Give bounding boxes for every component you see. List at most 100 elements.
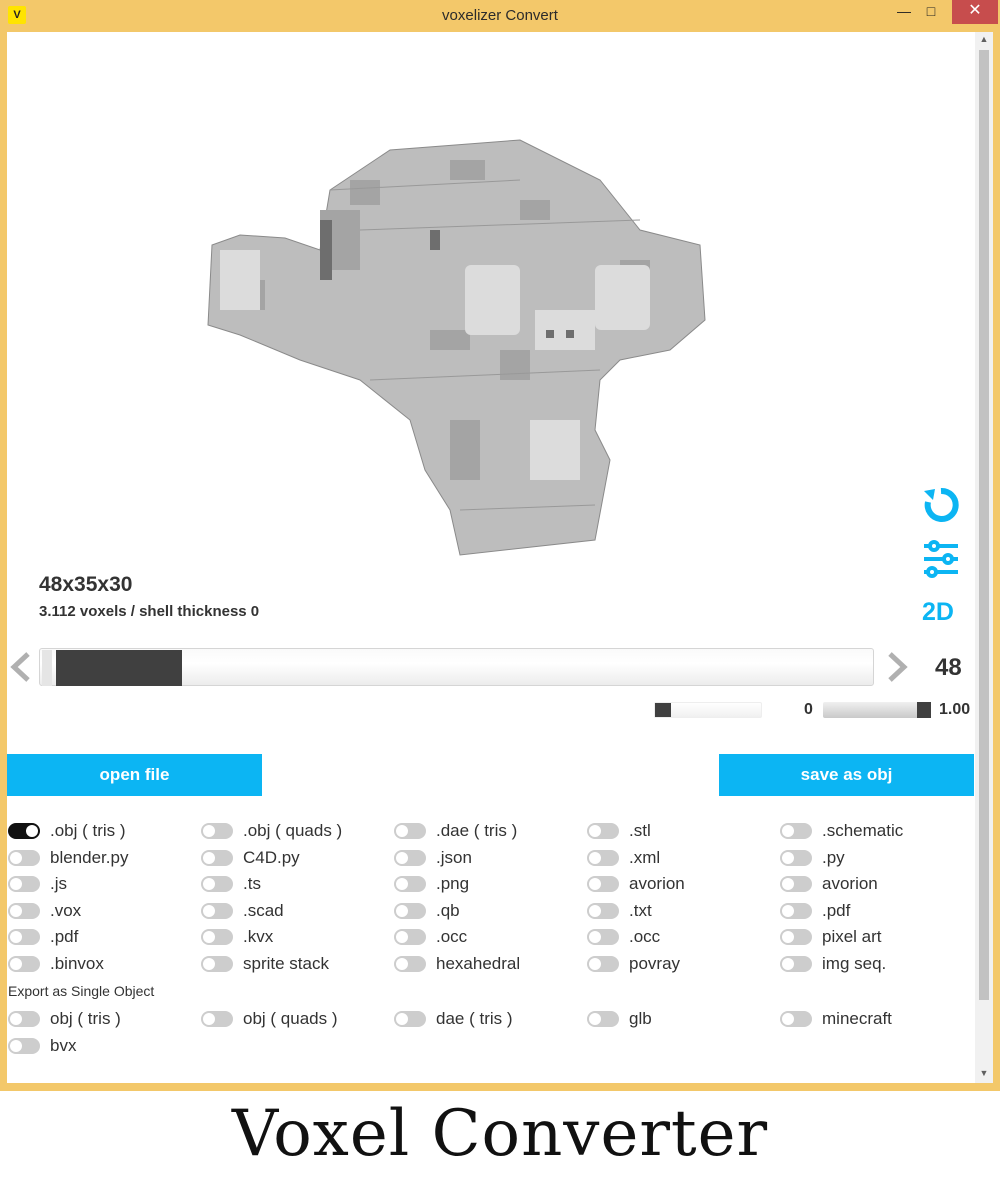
toggle-switch[interactable] (201, 849, 233, 866)
single-object-label: dae ( tris ) (436, 1009, 513, 1028)
format-label: .txt (629, 900, 652, 920)
close-button[interactable]: ✕ (952, 0, 998, 24)
toggle-switch[interactable] (587, 929, 619, 945)
single-object-label: glb (629, 1009, 652, 1028)
toggle-switch[interactable] (8, 876, 40, 892)
reset-rotate-icon[interactable] (920, 484, 962, 526)
toggle-knob (10, 1013, 22, 1025)
toggle-switch[interactable] (201, 955, 233, 972)
toggle-switch[interactable] (780, 902, 812, 919)
toggle-switch[interactable] (8, 955, 40, 972)
format-label: .obj ( quads ) (243, 821, 343, 840)
toggle-knob (203, 851, 215, 864)
toggle-knob (10, 1039, 22, 1052)
toggle-switch[interactable] (201, 876, 233, 892)
toggle-switch[interactable] (587, 823, 619, 839)
model-dimensions: 48x35x30 (39, 573, 133, 596)
format-label: .stl (629, 821, 651, 840)
format-label: .js (50, 874, 67, 893)
toggle-knob (203, 904, 215, 917)
toggle-knob (396, 851, 408, 864)
toggle-switch[interactable] (587, 902, 619, 919)
toggle-switch[interactable] (394, 876, 426, 892)
toggle-switch[interactable] (8, 823, 40, 839)
format-label: pixel art (822, 927, 882, 946)
format-label: .kvx (243, 927, 274, 946)
toggle-knob (10, 851, 22, 864)
toggle-knob (396, 931, 408, 943)
format-label: hexahedral (436, 953, 521, 973)
toggle-knob (782, 1013, 794, 1025)
maximize-button[interactable]: □ (911, 0, 951, 24)
format-label: .py (822, 847, 845, 867)
toggle-knob (396, 825, 408, 837)
scale-handle[interactable] (917, 702, 931, 718)
toggle-switch[interactable] (780, 849, 812, 866)
toggle-knob (589, 957, 601, 970)
scrollbar-thumb[interactable] (979, 50, 989, 1000)
shell-thickness-handle[interactable] (655, 703, 671, 717)
toggle-switch[interactable] (587, 849, 619, 866)
toggle-switch[interactable] (394, 849, 426, 866)
format-label: .scad (243, 900, 284, 920)
shell-thickness-slider[interactable] (654, 702, 762, 718)
toggle-knob (782, 931, 794, 943)
toggle-switch[interactable] (780, 1011, 812, 1027)
toggle-switch[interactable] (394, 955, 426, 972)
toggle-knob (10, 931, 22, 943)
toggle-switch[interactable] (201, 929, 233, 945)
window-title: voxelizer Convert (442, 7, 558, 24)
format-label: .json (436, 847, 472, 867)
toggle-switch[interactable] (394, 902, 426, 919)
single-object-label: obj ( tris ) (50, 1009, 121, 1028)
format-label: .schematic (822, 821, 904, 840)
toggle-switch[interactable] (780, 876, 812, 892)
title-bar[interactable]: V voxelizer Convert — □ ✕ (0, 0, 1000, 32)
slider-next-icon[interactable] (884, 650, 910, 684)
format-label: .xml (629, 847, 661, 867)
open-file-button[interactable]: open file (7, 754, 262, 796)
toggle-switch[interactable] (780, 929, 812, 945)
toggle-switch[interactable] (394, 929, 426, 945)
toggle-knob (203, 957, 215, 970)
toggle-switch[interactable] (8, 902, 40, 919)
toggle-switch[interactable] (201, 823, 233, 839)
voxel-model-viewport[interactable] (200, 120, 720, 560)
toggle-knob (396, 904, 408, 917)
toggle-knob (782, 825, 794, 837)
toggle-switch[interactable] (780, 955, 812, 972)
toggle-switch[interactable] (587, 876, 619, 892)
toggle-switch[interactable] (587, 955, 619, 972)
toggle-knob (203, 825, 215, 837)
toggle-knob (589, 851, 601, 864)
toggle-knob (589, 825, 601, 837)
settings-sliders-icon[interactable] (920, 538, 962, 580)
toggle-switch[interactable] (780, 823, 812, 839)
toggle-switch[interactable] (201, 902, 233, 919)
toggle-switch[interactable] (394, 823, 426, 839)
toggle-knob (396, 1013, 408, 1025)
format-label: .binvox (50, 953, 104, 973)
toggle-switch[interactable] (8, 1037, 40, 1054)
slider-prev-icon[interactable] (8, 650, 34, 684)
save-as-obj-button[interactable]: save as obj (719, 754, 974, 796)
toggle-switch[interactable] (8, 1011, 40, 1027)
vertical-scrollbar[interactable]: ▲ ▼ (975, 32, 993, 1083)
toggle-switch[interactable] (587, 1011, 619, 1027)
toggle-knob (26, 825, 38, 837)
slider-handle[interactable] (56, 650, 182, 686)
format-label: .vox (50, 900, 82, 920)
scale-slider[interactable] (823, 702, 931, 718)
toggle-switch[interactable] (8, 849, 40, 866)
scroll-down-icon[interactable]: ▼ (975, 1068, 993, 1078)
scale-value: 1.00 (939, 701, 971, 718)
toggle-switch[interactable] (201, 1011, 233, 1027)
toggle-knob (396, 878, 408, 890)
single-object-label: minecraft (822, 1009, 892, 1028)
toggle-switch[interactable] (8, 929, 40, 945)
toggle-knob (589, 1013, 601, 1025)
scroll-up-icon[interactable]: ▲ (975, 34, 993, 44)
toggle-switch[interactable] (394, 1011, 426, 1027)
2d-view-icon[interactable]: 2D (920, 590, 962, 632)
layer-slider[interactable] (39, 648, 874, 686)
